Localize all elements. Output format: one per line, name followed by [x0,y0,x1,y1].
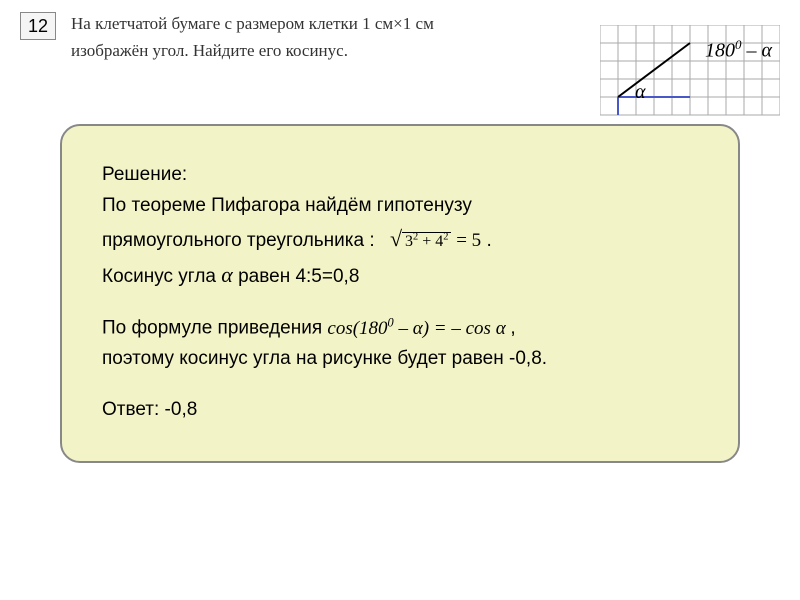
problem-text-line2: изображён угол. Найдите его косинус. [71,41,348,60]
red-cos: cos [327,318,352,339]
pyth-eq: = 5 [451,230,481,251]
pyth-3: 3 [405,233,413,250]
problem-text-line1: На клетчатой бумаге с размером клетки 1 … [71,14,434,33]
angle-formula-label: 1800 – α [705,37,772,63]
label-alpha-2: α [635,81,646,103]
label-180: 180 [705,40,735,62]
label-alpha-1: α [762,40,773,62]
reduction-formula: cos(1800 – α) = – cos α [327,318,510,339]
solution-title: Решение: [102,161,698,190]
solution-line-4-end: , [510,318,515,339]
sqrt-icon: √ [390,226,402,251]
red-minus: – [394,318,413,339]
solution-line-3: Косинус угла α равен 4:5=0,8 [102,258,698,292]
solution-line-3a: Косинус угла [102,266,221,287]
pyth-sup2: 2 [443,232,448,243]
label-minus: – [742,40,762,62]
red-paren2: ) = – cos [423,318,496,339]
solution-line-5: поэтому косинус угла на рисунке будет ра… [102,345,698,374]
solution-line-1: По теореме Пифагора найдём гипотенузу [102,192,698,221]
problem-number: 12 [20,12,56,40]
solution-line-2: прямоугольного треугольника : √32 + 42 =… [102,222,698,256]
solution-alpha: α [221,262,233,287]
solution-line-2a: прямоугольного треугольника : [102,230,375,251]
sqrt-content: 32 + 42 [402,232,451,250]
red-alpha2: α [496,318,506,339]
red-paren1: (180 [353,318,388,339]
red-alpha1: α [413,318,423,339]
grid-diagram: 1800 – α α [600,25,780,120]
pyth-plus: + 4 [418,233,443,250]
angle-alpha-label: α [635,81,646,104]
solution-answer: Ответ: -0,8 [102,396,698,425]
solution-line-3b: равен 4:5=0,8 [238,266,359,287]
pythagoras-formula: √32 + 42 = 5 [390,222,481,256]
solution-line-2-end: . [486,230,491,251]
solution-panel: Решение: По теореме Пифагора найдём гипо… [60,124,740,463]
solution-line-4: По формуле приведения cos(1800 – α) = – … [102,313,698,343]
solution-line-4a: По формуле приведения [102,318,327,339]
